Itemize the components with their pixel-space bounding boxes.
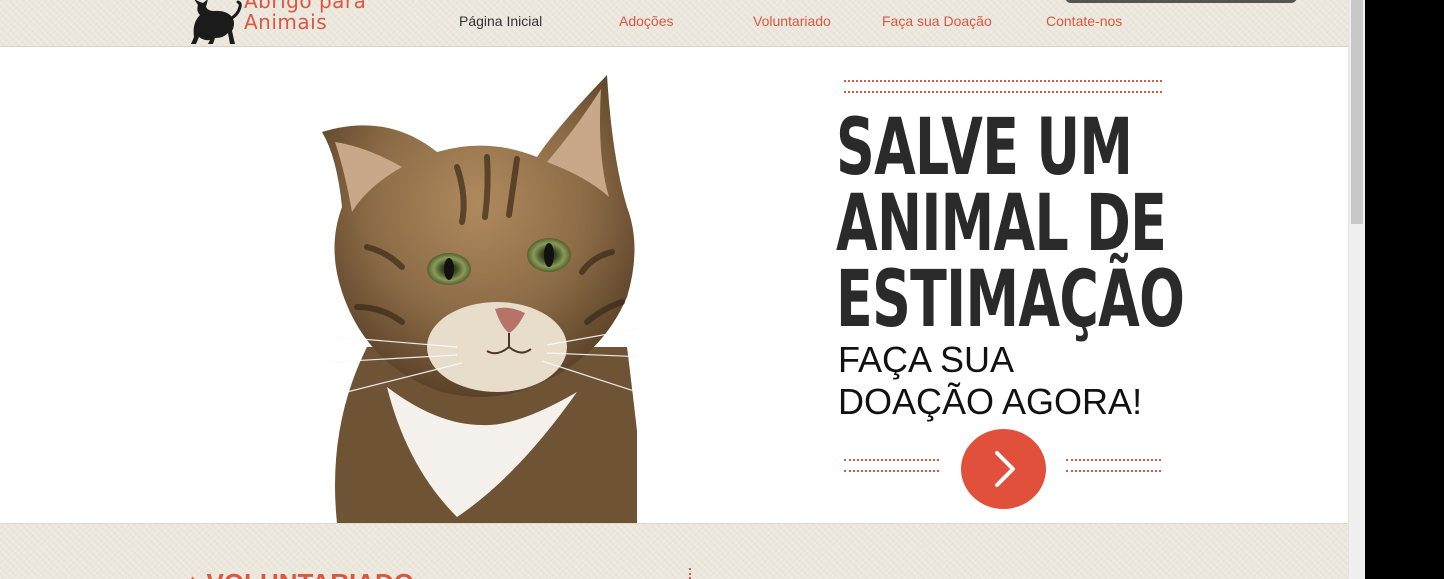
site-header: Abrigo para Animais Página Inicial Adoçõ… (0, 0, 1348, 47)
lower-section: ♦ VOLUNTARIADO (0, 524, 1348, 579)
cat-logo-icon (191, 0, 242, 44)
chevron-right-icon (995, 451, 1015, 487)
hero-subheadline: FAÇA SUA DOAÇÃO AGORA! (838, 339, 1143, 422)
cat-photo (217, 47, 637, 523)
nav-item-contate-nos[interactable]: Contate-nos (1046, 13, 1122, 29)
top-dotted-divider (844, 80, 1162, 93)
vertical-scrollbar[interactable] (1348, 0, 1366, 579)
left-dotted-divider (844, 459, 939, 472)
site-logo[interactable]: Abrigo para Animais (186, 0, 386, 45)
hero-headline: SALVE UM ANIMAL DE ESTIMAÇÃO (836, 103, 1185, 345)
section-vertical-divider (689, 568, 691, 579)
browser-viewport: Abrigo para Animais Página Inicial Adoçõ… (0, 0, 1348, 579)
logo-text: Abrigo para Animais (244, 0, 367, 34)
section-title-voluntariado: ♦ VOLUNTARIADO (186, 568, 414, 579)
desktop-background (1365, 0, 1444, 579)
right-dotted-divider (1066, 459, 1161, 472)
scrollbar-thumb[interactable] (1351, 0, 1363, 224)
nav-item-faca-sua-doacao[interactable]: Faça sua Doação (882, 13, 992, 29)
nav-item-pagina-inicial[interactable]: Página Inicial (459, 13, 542, 29)
hero-banner: SALVE UM ANIMAL DE ESTIMAÇÃO FAÇA SUA DO… (0, 47, 1348, 524)
nav-item-adocoes[interactable]: Adoções (619, 13, 673, 29)
nav-item-voluntariado[interactable]: Voluntariado (753, 13, 831, 29)
search-box[interactable] (1065, 0, 1297, 3)
donate-cta-button[interactable] (961, 429, 1046, 509)
